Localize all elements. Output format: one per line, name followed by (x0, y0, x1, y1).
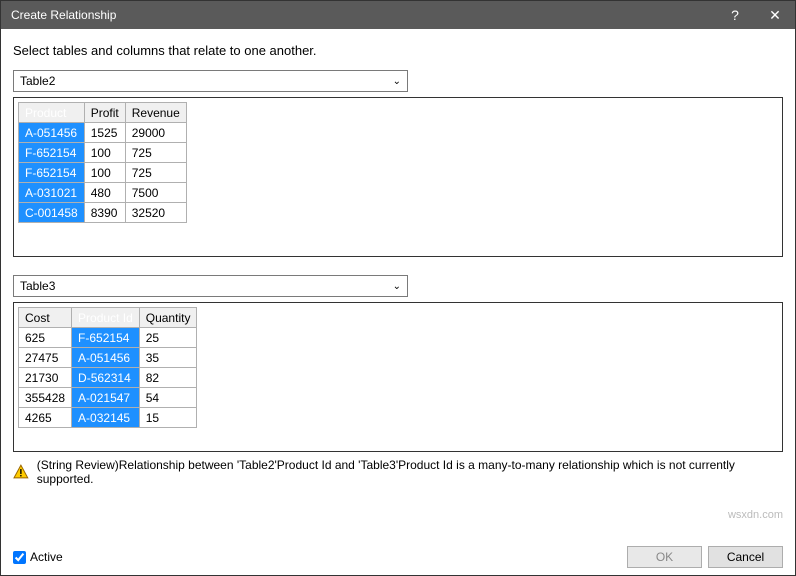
table-cell[interactable]: 15 (139, 408, 197, 428)
table-cell[interactable]: 25 (139, 328, 197, 348)
table1-preview: ProductProfitRevenueA-051456152529000F-6… (13, 97, 783, 257)
column-header[interactable]: Product (19, 103, 85, 123)
table2-combo[interactable]: Table3 ⌄ (13, 275, 408, 297)
table-cell[interactable]: 725 (125, 163, 186, 183)
table-row[interactable]: A-051456152529000 (19, 123, 187, 143)
titlebar: Create Relationship ? ✕ (1, 1, 795, 29)
table-cell[interactable]: 32520 (125, 203, 186, 223)
table-cell[interactable]: 355428 (19, 388, 72, 408)
dialog-content: Select tables and columns that relate to… (1, 29, 795, 452)
table-cell[interactable]: F-652154 (72, 328, 140, 348)
column-header[interactable]: Profit (84, 103, 125, 123)
table-cell[interactable]: F-652154 (19, 163, 85, 183)
active-checkbox-row[interactable]: Active (13, 550, 63, 564)
table2-preview: CostProduct IdQuantity625F-6521542527475… (13, 302, 783, 452)
dialog-footer: Active OK Cancel (1, 539, 795, 575)
table-cell[interactable]: 625 (19, 328, 72, 348)
table-cell[interactable]: 725 (125, 143, 186, 163)
table-cell[interactable]: 8390 (84, 203, 125, 223)
table-row[interactable]: 4265A-03214515 (19, 408, 197, 428)
table1-combo[interactable]: Table2 ⌄ (13, 70, 408, 92)
table-cell[interactable]: F-652154 (19, 143, 85, 163)
table-cell[interactable]: A-051456 (72, 348, 140, 368)
instruction-text: Select tables and columns that relate to… (13, 43, 783, 58)
table-cell[interactable]: 100 (84, 143, 125, 163)
warning-icon (13, 464, 29, 480)
table-row[interactable]: C-001458839032520 (19, 203, 187, 223)
table-cell[interactable]: 7500 (125, 183, 186, 203)
table1-combo-value: Table2 (20, 74, 393, 88)
help-button[interactable]: ? (715, 1, 755, 29)
table-cell[interactable]: 100 (84, 163, 125, 183)
column-header[interactable]: Revenue (125, 103, 186, 123)
table-cell[interactable]: A-031021 (19, 183, 85, 203)
table-cell[interactable]: A-051456 (19, 123, 85, 143)
table-row[interactable]: F-652154100725 (19, 163, 187, 183)
warning-row: (String Review)Relationship between 'Tab… (1, 452, 795, 486)
column-header[interactable]: Product Id (72, 308, 140, 328)
active-checkbox[interactable] (13, 551, 26, 564)
column-header[interactable]: Quantity (139, 308, 197, 328)
table-cell[interactable]: C-001458 (19, 203, 85, 223)
cancel-button[interactable]: Cancel (708, 546, 783, 568)
table-cell[interactable]: D-562314 (72, 368, 140, 388)
table-cell[interactable]: 21730 (19, 368, 72, 388)
close-button[interactable]: ✕ (755, 1, 795, 29)
table-cell[interactable]: A-032145 (72, 408, 140, 428)
table-cell[interactable]: 1525 (84, 123, 125, 143)
chevron-down-icon: ⌄ (393, 76, 401, 87)
table-cell[interactable]: A-021547 (72, 388, 140, 408)
table-row[interactable]: 355428A-02154754 (19, 388, 197, 408)
chevron-down-icon: ⌄ (393, 281, 401, 292)
table-cell[interactable]: 35 (139, 348, 197, 368)
dialog-title: Create Relationship (11, 8, 715, 22)
table2-grid[interactable]: CostProduct IdQuantity625F-6521542527475… (18, 307, 197, 428)
table2-combo-value: Table3 (20, 279, 393, 293)
table-row[interactable]: 27475A-05145635 (19, 348, 197, 368)
active-label: Active (30, 550, 63, 564)
table-cell[interactable]: 54 (139, 388, 197, 408)
table-cell[interactable]: 29000 (125, 123, 186, 143)
table1-grid[interactable]: ProductProfitRevenueA-051456152529000F-6… (18, 102, 187, 223)
table-cell[interactable]: 82 (139, 368, 197, 388)
table-cell[interactable]: 4265 (19, 408, 72, 428)
table-cell[interactable]: 27475 (19, 348, 72, 368)
table-row[interactable]: 625F-65215425 (19, 328, 197, 348)
close-icon: ✕ (769, 7, 781, 24)
table-row[interactable]: F-652154100725 (19, 143, 187, 163)
watermark: wsxdn.com (728, 509, 783, 521)
warning-text: (String Review)Relationship between 'Tab… (37, 458, 783, 486)
table-row[interactable]: 21730D-56231482 (19, 368, 197, 388)
ok-button[interactable]: OK (627, 546, 702, 568)
column-header[interactable]: Cost (19, 308, 72, 328)
table-row[interactable]: A-0310214807500 (19, 183, 187, 203)
table-cell[interactable]: 480 (84, 183, 125, 203)
